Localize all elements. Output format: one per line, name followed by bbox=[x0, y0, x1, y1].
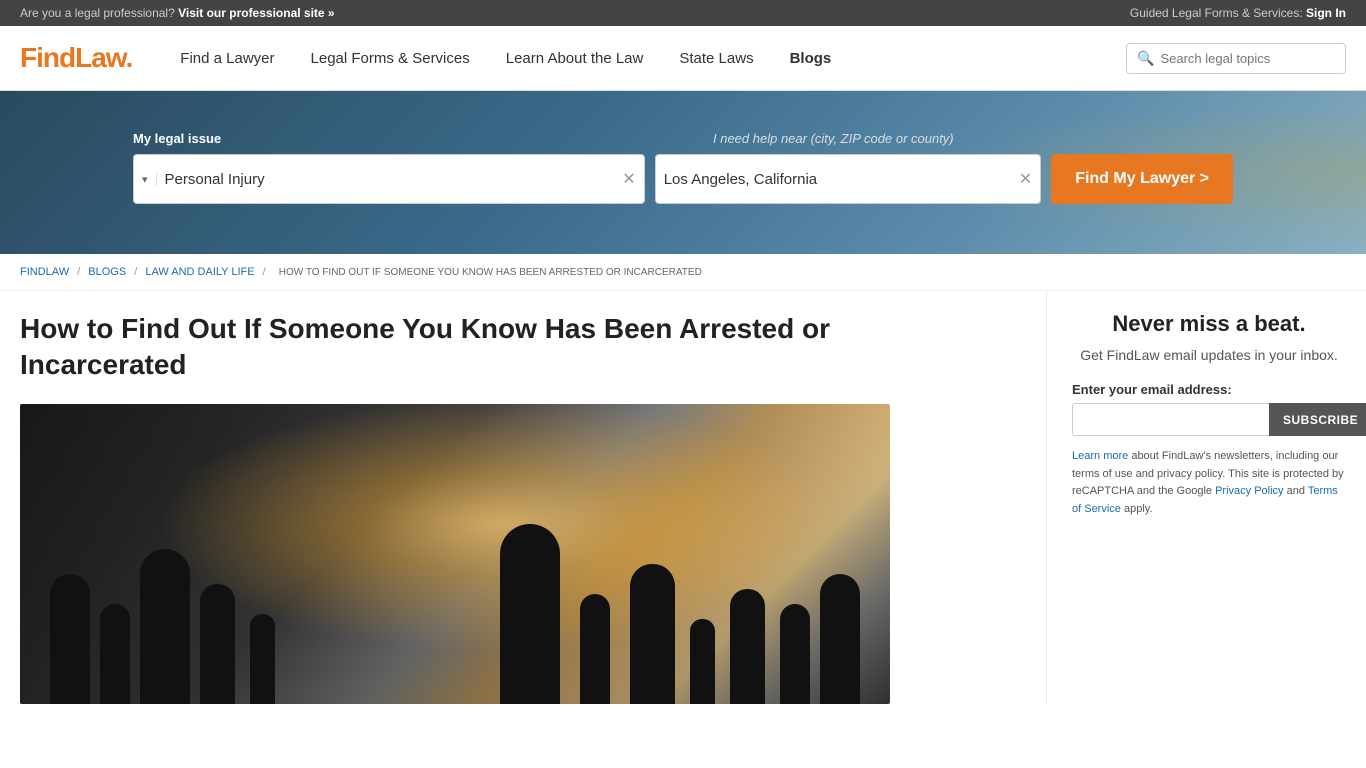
silhouette-9 bbox=[690, 619, 715, 704]
newsletter-email-label: Enter your email address: bbox=[1072, 382, 1346, 397]
nav-blogs[interactable]: Blogs bbox=[772, 26, 850, 91]
near-clear-button[interactable]: ✕ bbox=[1019, 169, 1032, 189]
top-bar-left: Are you a legal professional? Visit our … bbox=[20, 6, 335, 20]
professional-text: Are you a legal professional? bbox=[20, 6, 175, 20]
newsletter-input-row: SUBSCRIBE bbox=[1072, 403, 1346, 436]
breadcrumb-sep-1: / bbox=[77, 266, 83, 278]
silhouette-1 bbox=[50, 574, 90, 704]
nav-state-laws[interactable]: State Laws bbox=[661, 26, 771, 91]
article-area: How to Find Out If Someone You Know Has … bbox=[20, 291, 1046, 704]
search-icon: 🔍 bbox=[1137, 50, 1154, 67]
issue-clear-button[interactable]: ✕ bbox=[622, 169, 635, 189]
top-bar: Are you a legal professional? Visit our … bbox=[0, 0, 1366, 26]
breadcrumb-law-daily[interactable]: LAW AND DAILY LIFE bbox=[145, 266, 254, 278]
main-content: How to Find Out If Someone You Know Has … bbox=[0, 291, 1366, 704]
newsletter-email-input[interactable] bbox=[1072, 403, 1269, 436]
silhouette-4 bbox=[200, 584, 235, 704]
silhouette-12 bbox=[820, 574, 860, 704]
fine-print-apply: apply. bbox=[1121, 503, 1153, 515]
top-bar-right: Guided Legal Forms & Services: Sign In bbox=[1130, 6, 1346, 20]
issue-input[interactable] bbox=[165, 171, 617, 188]
article-title: How to Find Out If Someone You Know Has … bbox=[20, 311, 880, 384]
breadcrumb-sep-2: / bbox=[134, 266, 140, 278]
breadcrumb-findlaw[interactable]: FINDLAW bbox=[20, 266, 69, 278]
silhouette-11 bbox=[780, 604, 810, 704]
fine-print-and: and bbox=[1284, 485, 1308, 497]
silhouette-7 bbox=[580, 594, 610, 704]
professional-link[interactable]: Visit our professional site » bbox=[178, 6, 335, 20]
sign-in-link[interactable]: Sign In bbox=[1306, 6, 1346, 20]
header: FindLaw. Find a Lawyer Legal Forms & Ser… bbox=[0, 26, 1366, 91]
silhouette-8 bbox=[630, 564, 675, 704]
silhouette-5 bbox=[250, 614, 275, 704]
hero-near-label: I need help near (city, ZIP code or coun… bbox=[713, 131, 954, 146]
near-input[interactable] bbox=[664, 171, 1013, 188]
silhouette-2 bbox=[100, 604, 130, 704]
silhouette-6 bbox=[500, 524, 560, 704]
hero-section: My legal issue I need help near (city, Z… bbox=[0, 91, 1366, 254]
newsletter-subtitle: Get FindLaw email updates in your inbox. bbox=[1072, 345, 1346, 366]
search-input[interactable] bbox=[1160, 51, 1336, 66]
issue-input-group: ▾ ✕ bbox=[133, 154, 645, 204]
newsletter-fine-print: Learn more about FindLaw's newsletters, … bbox=[1072, 448, 1346, 518]
main-nav: Find a Lawyer Legal Forms & Services Lea… bbox=[162, 26, 1126, 91]
logo[interactable]: FindLaw. bbox=[20, 42, 132, 74]
nav-learn-law[interactable]: Learn About the Law bbox=[488, 26, 662, 91]
silhouette-3 bbox=[140, 549, 190, 704]
subscribe-button[interactable]: SUBSCRIBE bbox=[1269, 403, 1366, 436]
nav-find-lawyer[interactable]: Find a Lawyer bbox=[162, 26, 292, 91]
search-box: 🔍 bbox=[1126, 43, 1346, 74]
find-lawyer-button[interactable]: Find My Lawyer > bbox=[1051, 154, 1233, 204]
near-input-group: ✕ bbox=[655, 154, 1041, 204]
newsletter-box: Never miss a beat. Get FindLaw email upd… bbox=[1072, 311, 1346, 518]
breadcrumb-blogs[interactable]: BLOGS bbox=[88, 266, 126, 278]
silhouette-10 bbox=[730, 589, 765, 704]
sidebar: Never miss a beat. Get FindLaw email upd… bbox=[1046, 291, 1346, 704]
dropdown-arrow-icon[interactable]: ▾ bbox=[142, 173, 157, 186]
breadcrumb-current: HOW TO FIND OUT IF SOMEONE YOU KNOW HAS … bbox=[279, 267, 702, 278]
hero-issue-label: My legal issue bbox=[133, 131, 713, 146]
learn-more-link[interactable]: Learn more bbox=[1072, 450, 1128, 462]
nav-legal-forms[interactable]: Legal Forms & Services bbox=[293, 26, 488, 91]
article-image bbox=[20, 404, 890, 704]
privacy-policy-link[interactable]: Privacy Policy bbox=[1215, 485, 1283, 497]
guided-text: Guided Legal Forms & Services: bbox=[1130, 6, 1303, 20]
breadcrumb-sep-3: / bbox=[263, 266, 269, 278]
breadcrumb: FINDLAW / BLOGS / LAW AND DAILY LIFE / H… bbox=[0, 254, 1366, 291]
newsletter-title: Never miss a beat. bbox=[1072, 311, 1346, 337]
